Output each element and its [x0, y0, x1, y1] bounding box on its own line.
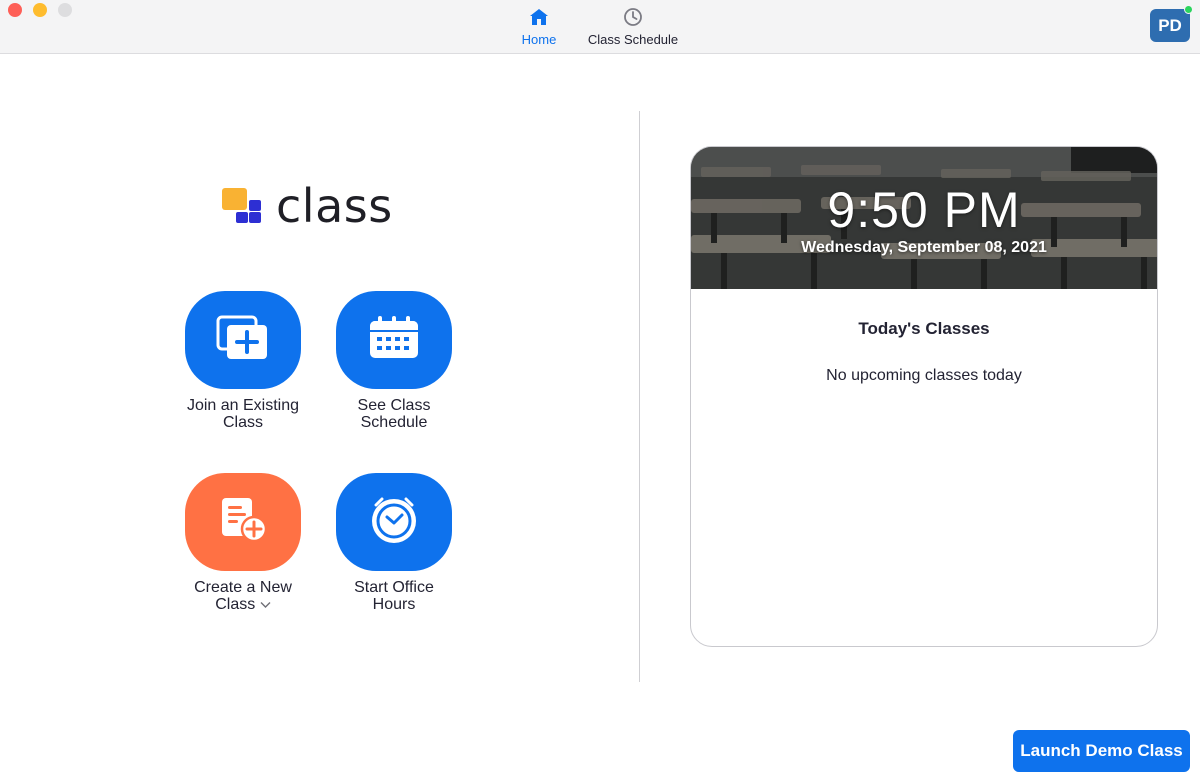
- create-class-icon: [216, 496, 270, 549]
- no-classes-message: No upcoming classes today: [826, 367, 1022, 384]
- home-icon: [528, 6, 550, 28]
- window-controls: [8, 3, 72, 17]
- close-window-button[interactable]: [8, 3, 22, 17]
- stopwatch-icon: [367, 495, 421, 550]
- class-logo: class: [222, 179, 393, 233]
- see-schedule-tile[interactable]: [336, 291, 452, 389]
- class-logo-icon: [222, 186, 268, 226]
- office-hours-label-line1: Start Office: [354, 579, 434, 596]
- office-hours-label-line2: Hours: [372, 596, 416, 613]
- tab-class-schedule-label: Class Schedule: [587, 32, 679, 47]
- office-hours-tile[interactable]: [336, 473, 452, 571]
- create-class-tile[interactable]: [185, 473, 301, 571]
- today-classes-card: 9:50 PM Wednesday, September 08, 2021 To…: [690, 146, 1158, 647]
- current-date: Wednesday, September 08, 2021: [801, 239, 1047, 256]
- classroom-banner-image: 9:50 PM Wednesday, September 08, 2021: [691, 147, 1157, 289]
- online-status-badge: [1184, 5, 1193, 14]
- class-logo-text: class: [276, 179, 393, 233]
- join-existing-class-button[interactable]: Join an Existing Class: [168, 291, 318, 431]
- minimize-window-button[interactable]: [33, 3, 47, 17]
- calendar-icon: [368, 315, 420, 365]
- join-class-label-line1: Join an Existing: [186, 397, 300, 414]
- todays-classes-heading: Today's Classes: [858, 319, 990, 338]
- create-class-label-line1: Create a New: [194, 579, 292, 596]
- join-class-label-line2: Class: [222, 414, 263, 431]
- tab-class-schedule[interactable]: Class Schedule: [580, 6, 686, 50]
- see-schedule-label-line1: See Class: [357, 397, 431, 414]
- join-class-tile[interactable]: [185, 291, 301, 389]
- user-avatar[interactable]: PD: [1150, 9, 1190, 42]
- tab-home-label: Home: [521, 32, 557, 47]
- create-new-class-button[interactable]: Create a New Class: [168, 473, 318, 613]
- join-class-icon: [215, 314, 271, 367]
- see-schedule-label-line2: Schedule: [360, 414, 428, 431]
- current-time: 9:50 PM: [827, 182, 1021, 238]
- clock-icon: [622, 6, 644, 28]
- launch-demo-class-button[interactable]: Launch Demo Class: [1013, 730, 1190, 772]
- chevron-down-icon[interactable]: [260, 596, 271, 613]
- tab-home[interactable]: Home: [512, 6, 566, 50]
- vertical-divider: [639, 111, 640, 682]
- start-office-hours-button[interactable]: Start Office Hours: [319, 473, 469, 613]
- create-class-label-line2: Class: [215, 596, 256, 613]
- zoom-window-button[interactable]: [58, 3, 72, 17]
- see-class-schedule-button[interactable]: See Class Schedule: [319, 291, 469, 431]
- top-bar: Home Class Schedule PD: [0, 0, 1200, 54]
